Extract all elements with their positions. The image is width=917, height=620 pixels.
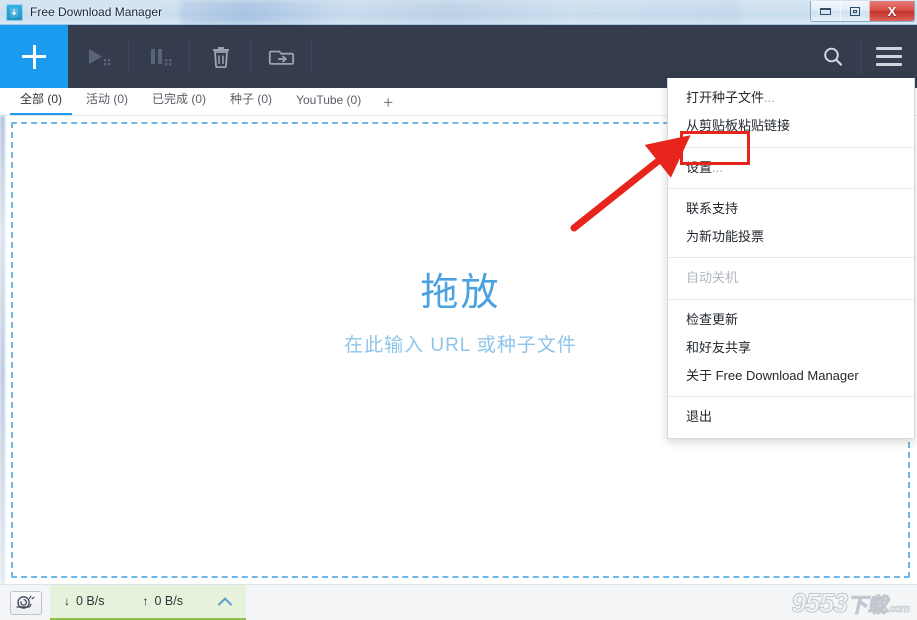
- window-controls: X: [810, 1, 915, 22]
- menu-item-退出[interactable]: 退出: [668, 403, 914, 431]
- download-arrow-icon: ↓: [64, 594, 70, 608]
- chevron-up-icon[interactable]: [218, 594, 232, 609]
- hamburger-menu-icon: [876, 47, 902, 66]
- window-title: Free Download Manager: [30, 5, 163, 19]
- folder-arrow-icon: [268, 50, 294, 65]
- maximize-icon: [850, 6, 860, 16]
- menu-item-联系支持[interactable]: 联系支持: [668, 195, 914, 223]
- pause-all-button[interactable]: [129, 25, 190, 88]
- upload-arrow-icon: ↑: [142, 594, 149, 608]
- search-icon: [824, 47, 843, 66]
- titlebar-aero-blur: [180, 0, 740, 25]
- snail-icon: [16, 595, 35, 609]
- plus-icon: [22, 44, 46, 69]
- app-logo-icon: [6, 3, 23, 21]
- toolbar-action-group: [68, 25, 312, 88]
- menu-separator: [668, 146, 914, 148]
- close-icon: X: [887, 3, 897, 19]
- title-bar: Free Download Manager X: [0, 0, 917, 25]
- tab-torrents[interactable]: 种子 (0): [220, 86, 282, 115]
- drop-zone-subtitle: 在此输入 URL 或种子文件: [344, 334, 577, 356]
- drop-zone-title: 拖放: [420, 271, 501, 314]
- upload-speed-value: 0 B/s: [154, 594, 184, 608]
- add-tab-button[interactable]: +: [375, 94, 403, 115]
- status-bar: ↓ 0 B/s ↑ 0 B/s: [0, 584, 917, 620]
- play-all-icon: [88, 48, 110, 65]
- tab-youtube[interactable]: YouTube (0): [286, 89, 371, 115]
- add-download-button[interactable]: [0, 25, 68, 88]
- pause-all-icon: [150, 48, 171, 65]
- fdm-window: Free Download Manager X 全部 (0) 活动 (0) 已完…: [0, 0, 917, 620]
- menu-item-ellipsis: ...: [712, 159, 723, 175]
- main-dropdown-menu: 打开种子文件... 从剪贴板粘贴链接 设置... 联系支持 为新功能投票自动关机检查更新…: [667, 78, 915, 439]
- speed-limiter-button[interactable]: [10, 590, 42, 615]
- tab-active[interactable]: 活动 (0): [76, 86, 138, 115]
- minimize-icon: [820, 7, 831, 15]
- tab-all[interactable]: 全部 (0): [10, 86, 73, 115]
- menu-item-关于-Free-Download-Manager[interactable]: 关于 Free Download Manager: [668, 362, 914, 390]
- move-to-folder-button[interactable]: [251, 25, 312, 88]
- start-all-button[interactable]: [68, 25, 129, 88]
- close-button[interactable]: X: [869, 1, 914, 21]
- menu-separator: [668, 257, 914, 259]
- left-edge-strip: [0, 116, 5, 584]
- tab-completed[interactable]: 已完成 (0): [142, 86, 216, 115]
- menu-item-ellipsis: ...: [764, 90, 775, 105]
- minimize-button[interactable]: [811, 1, 840, 21]
- trash-icon: [212, 46, 229, 68]
- menu-separator: [668, 187, 914, 189]
- delete-button[interactable]: [190, 25, 251, 88]
- menu-item-为新功能投票[interactable]: 为新功能投票: [668, 223, 914, 251]
- menu-item-打开种子文件[interactable]: 打开种子文件...: [668, 84, 914, 112]
- menu-separator: [668, 396, 914, 398]
- download-speed-value: 0 B/s: [76, 594, 105, 608]
- menu-separator: [668, 298, 914, 300]
- menu-item-检查更新[interactable]: 检查更新: [668, 306, 914, 334]
- maximize-button[interactable]: [840, 1, 869, 21]
- menu-item-自动关机: 自动关机: [686, 270, 739, 286]
- menu-item-和好友共享[interactable]: 和好友共享: [668, 334, 914, 362]
- upload-speed-item: ↑ 0 B/s: [143, 594, 184, 608]
- menu-item-从剪贴板粘贴链接[interactable]: 从剪贴板粘贴链接: [668, 112, 914, 140]
- download-speed-item: ↓ 0 B/s: [64, 594, 105, 608]
- menu-item-设置[interactable]: 设置...: [668, 154, 914, 182]
- speed-panel[interactable]: ↓ 0 B/s ↑ 0 B/s: [50, 584, 246, 620]
